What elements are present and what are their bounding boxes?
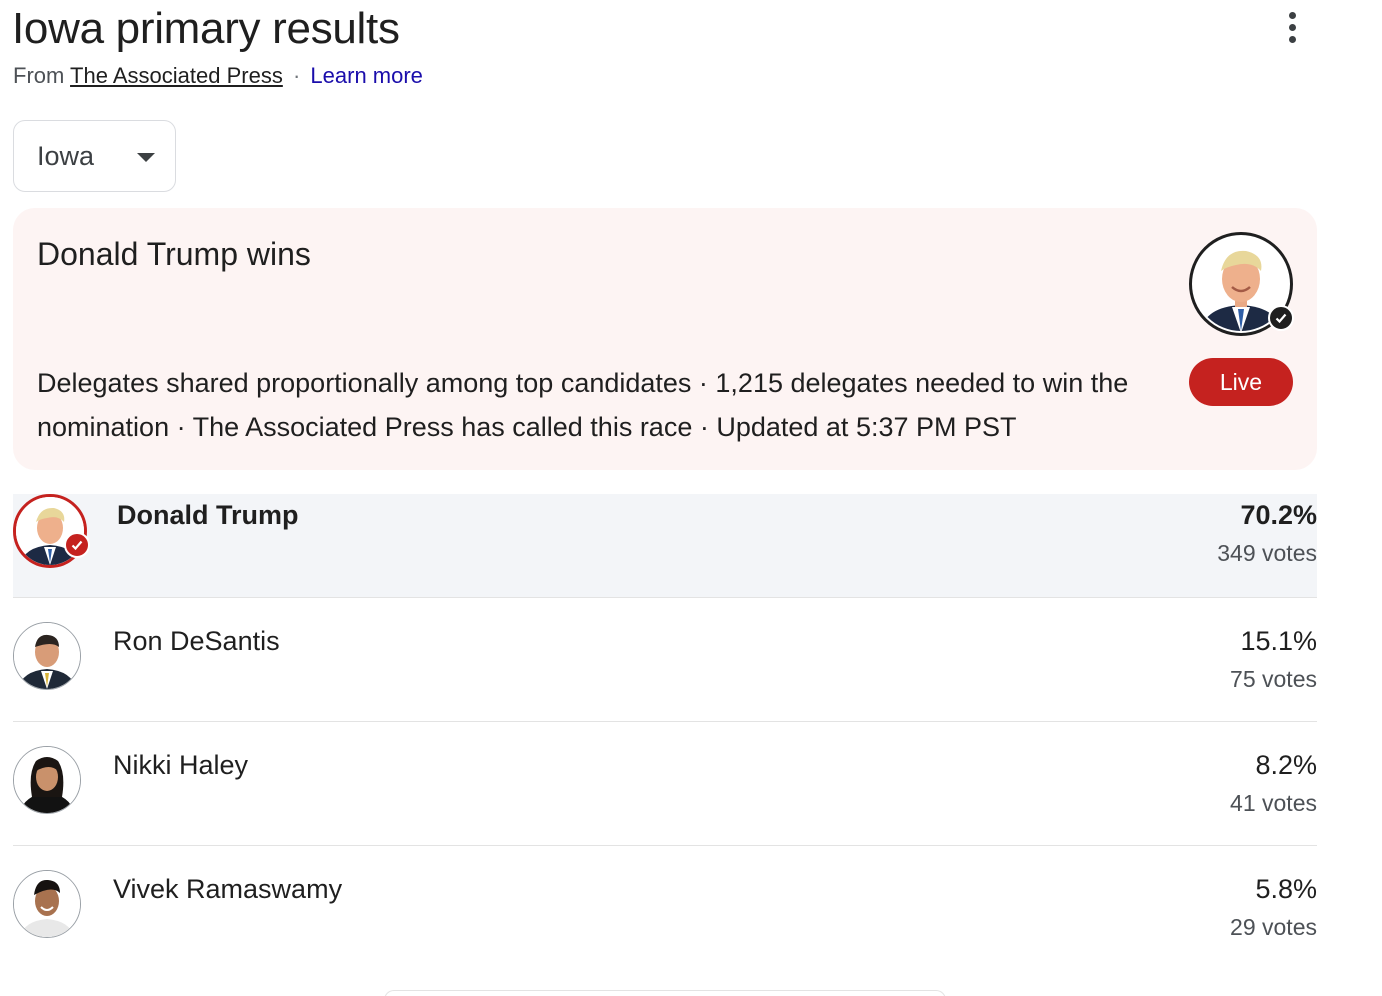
ramaswamy-portrait-icon — [14, 871, 80, 937]
verified-check-icon — [1268, 305, 1294, 331]
candidate-percent: 8.2% — [1255, 750, 1317, 780]
candidate-percent: 5.8% — [1255, 874, 1317, 904]
candidate-avatar — [13, 494, 90, 568]
source-link[interactable]: The Associated Press — [70, 63, 283, 88]
page-title: Iowa primary results — [12, 4, 400, 53]
results-panel: Iowa primary results From The Associated… — [0, 0, 1382, 996]
candidate-votes: 41 votes — [1230, 790, 1317, 816]
candidate-percent: 15.1% — [1240, 626, 1317, 656]
more-vert-icon[interactable] — [1276, 8, 1308, 46]
haley-portrait-icon — [14, 747, 80, 813]
candidate-name: Nikki Haley — [113, 750, 249, 780]
state-select-value: Iowa — [37, 140, 95, 171]
desantis-portrait-icon — [14, 623, 80, 689]
state-select[interactable]: Iowa — [13, 120, 176, 192]
learn-more-link[interactable]: Learn more — [310, 63, 423, 88]
caret-down-icon — [137, 153, 155, 162]
source-prefix: From — [13, 63, 65, 88]
winner-check-icon — [64, 532, 90, 558]
candidate-avatar — [13, 746, 81, 814]
candidate-row[interactable]: Ron DeSantis 15.1% 75 votes — [13, 598, 1317, 722]
candidate-avatar — [13, 622, 81, 690]
more-results-tab[interactable] — [384, 990, 946, 996]
candidate-votes: 29 votes — [1230, 914, 1317, 940]
candidate-row[interactable]: Nikki Haley 8.2% 41 votes — [13, 722, 1317, 846]
race-description: Delegates shared proportionally among to… — [37, 368, 1129, 442]
candidate-name: Donald Trump — [117, 500, 299, 530]
live-badge[interactable]: Live — [1189, 358, 1293, 406]
candidate-name: Ron DeSantis — [113, 626, 280, 656]
winner-banner: Donald Trump wins Delegates shared propo… — [13, 208, 1317, 470]
candidate-percent: 70.2% — [1240, 500, 1317, 530]
candidate-row[interactable]: Vivek Ramaswamy 5.8% 29 votes — [13, 846, 1317, 970]
candidate-votes: 349 votes — [1217, 540, 1317, 566]
winner-headline: Donald Trump wins — [37, 236, 311, 272]
candidate-row[interactable]: Donald Trump 70.2% 349 votes — [13, 494, 1317, 598]
candidate-name: Vivek Ramaswamy — [113, 874, 343, 904]
source-line: From The Associated Press · Learn more — [13, 62, 423, 90]
separator: · — [292, 63, 301, 88]
candidate-avatar — [13, 870, 81, 938]
winner-avatar — [1189, 232, 1294, 336]
candidate-votes: 75 votes — [1230, 666, 1317, 692]
